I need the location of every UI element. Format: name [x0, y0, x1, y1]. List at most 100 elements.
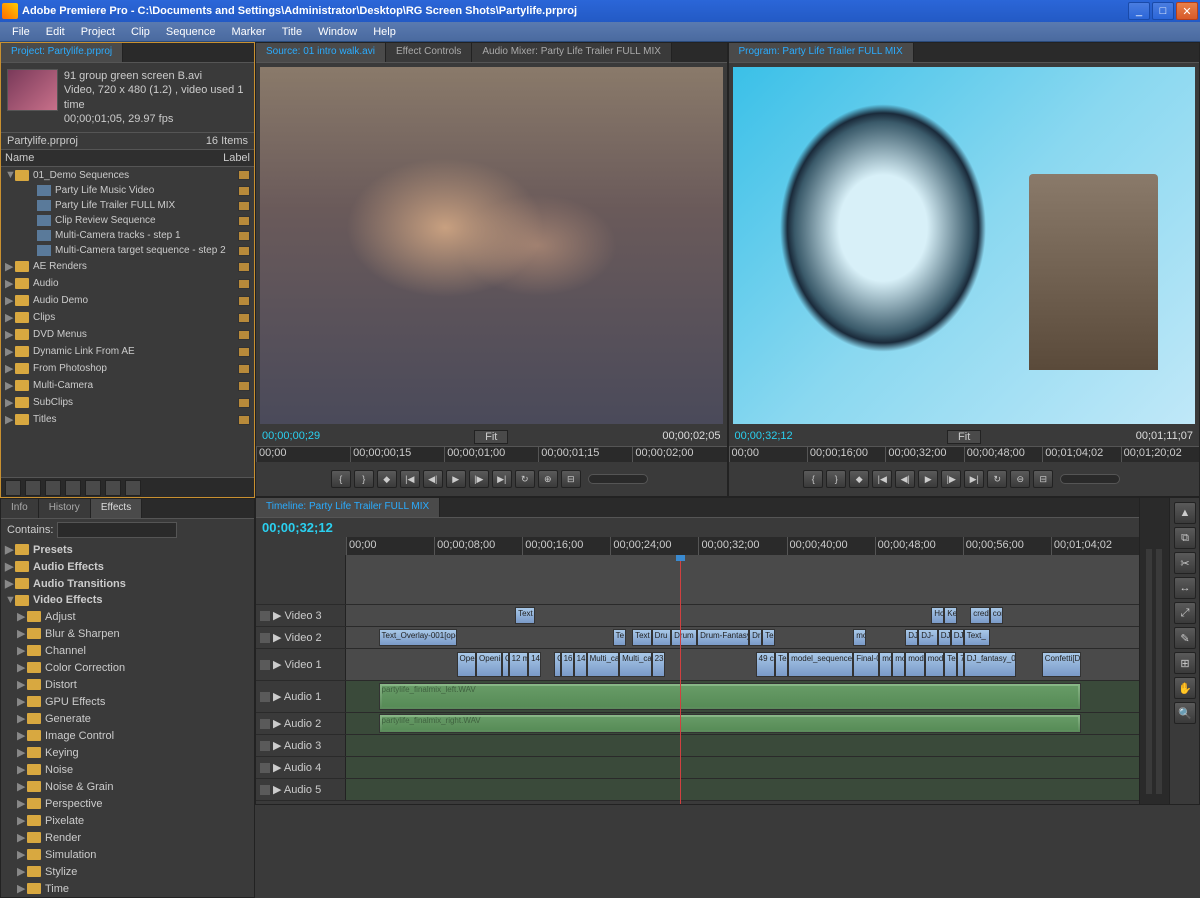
effect-folder[interactable]: ▶Keying	[1, 744, 254, 761]
close-button[interactable]: ✕	[1176, 2, 1198, 20]
tool-6[interactable]: ⊞	[1174, 652, 1196, 674]
project-breadcrumb[interactable]: Partylife.prproj	[7, 135, 78, 147]
menu-edit[interactable]: Edit	[38, 24, 73, 40]
automate-button[interactable]	[45, 480, 61, 496]
track-header[interactable]: ▶ Audio 5	[256, 779, 346, 800]
bin-item[interactable]: ▶Audio Demo	[1, 292, 254, 309]
effects-list[interactable]: ▶Presets▶Audio Effects▶Audio Transitions…	[1, 541, 254, 895]
tool-1[interactable]: ⧉	[1174, 527, 1196, 549]
effect-folder[interactable]: ▶Distort	[1, 676, 254, 693]
effects-tab-history[interactable]: History	[39, 499, 91, 518]
effects-search-input[interactable]	[57, 522, 177, 538]
clip[interactable]: DJ	[905, 629, 918, 646]
mark-out-button[interactable]: }	[354, 470, 374, 488]
clip[interactable]: Te	[944, 652, 957, 677]
program-video[interactable]	[733, 67, 1196, 424]
bin-item[interactable]: Clip Review Sequence	[1, 213, 254, 228]
bin-item[interactable]: ▶Dynamic Link From AE	[1, 343, 254, 360]
effects-tab-effects[interactable]: Effects	[91, 499, 142, 518]
source-tab[interactable]: Source: 01 intro walk.avi	[256, 43, 386, 62]
delete-button[interactable]	[125, 480, 141, 496]
track-lane[interactable]	[346, 757, 1139, 778]
bin-item[interactable]: ▶Multi-Camera	[1, 377, 254, 394]
track-lane[interactable]: TextHcKecredicon	[346, 605, 1139, 626]
list-view-button[interactable]	[5, 480, 21, 496]
tool-3[interactable]: ↔	[1174, 577, 1196, 599]
track-lane[interactable]: Text_Overlay-001[open]0TeTextDruDrumDrum…	[346, 627, 1139, 648]
program-timecode-left[interactable]: 00;00;32;12	[735, 430, 793, 444]
track-audio-3[interactable]: ▶ Audio 3	[256, 735, 1139, 757]
prg-mark-out-button[interactable]: }	[826, 470, 846, 488]
clip[interactable]: Drum	[671, 629, 697, 646]
source-tab[interactable]: Effect Controls	[386, 43, 472, 62]
goto-out-button[interactable]: ▶|	[492, 470, 512, 488]
prg-marker-button[interactable]: ◆	[849, 470, 869, 488]
loop-button[interactable]: ↻	[515, 470, 535, 488]
bin-item[interactable]: Multi-Camera tracks - step 1	[1, 228, 254, 243]
new-item-button[interactable]	[105, 480, 121, 496]
clip[interactable]: mode	[925, 652, 945, 677]
menu-title[interactable]: Title	[274, 24, 310, 40]
clip[interactable]: DJ	[938, 629, 951, 646]
clip[interactable]: Te	[613, 629, 626, 646]
prg-goto-in-button[interactable]: |◀	[872, 470, 892, 488]
track-header[interactable]: ▶ Video 1	[256, 649, 346, 680]
menu-clip[interactable]: Clip	[123, 24, 158, 40]
timeline-ruler[interactable]: 00;0000;00;08;0000;00;16;0000;00;24;0000…	[346, 537, 1139, 555]
bin-item[interactable]: ▶AE Renders	[1, 258, 254, 275]
bin-item[interactable]: Party Life Music Video	[1, 183, 254, 198]
prg-step-back-button[interactable]: ◀|	[895, 470, 915, 488]
step-back-button[interactable]: ◀|	[423, 470, 443, 488]
track-header[interactable]: ▶ Audio 3	[256, 735, 346, 756]
effect-folder[interactable]: ▶Blur & Sharpen	[1, 625, 254, 642]
effect-folder[interactable]: ▶Render	[1, 829, 254, 846]
clip[interactable]: Text_	[964, 629, 990, 646]
effect-folder[interactable]: ▼Video Effects	[1, 592, 254, 608]
insert-button[interactable]: ⊕	[538, 470, 558, 488]
clip[interactable]: partylife_finalmix_right.WAV	[379, 714, 1081, 733]
clip[interactable]: DJ	[951, 629, 964, 646]
step-fwd-button[interactable]: |▶	[469, 470, 489, 488]
clip[interactable]: Text_Overlay-001[open]0	[379, 629, 457, 646]
track-video-3[interactable]: ▶ Video 3TextHcKecredicon	[256, 605, 1139, 627]
track-video-2[interactable]: ▶ Video 2Text_Overlay-001[open]0TeTextDr…	[256, 627, 1139, 649]
clip[interactable]: partylife_finalmix_left.WAV	[379, 683, 1081, 711]
track-audio-5[interactable]: ▶ Audio 5	[256, 779, 1139, 801]
menu-marker[interactable]: Marker	[223, 24, 273, 40]
menu-help[interactable]: Help	[365, 24, 404, 40]
prg-step-fwd-button[interactable]: |▶	[941, 470, 961, 488]
clip[interactable]: DJ-	[918, 629, 938, 646]
clip[interactable]: Hc	[931, 607, 944, 624]
program-zoom-fit[interactable]: Fit	[947, 430, 981, 444]
clip[interactable]: credi	[970, 607, 990, 624]
effect-folder[interactable]: ▶Generate	[1, 710, 254, 727]
clip[interactable]: mo	[892, 652, 905, 677]
overwrite-button[interactable]: ⊟	[561, 470, 581, 488]
tool-0[interactable]: ▲	[1174, 502, 1196, 524]
clip[interactable]: 14A	[528, 652, 541, 677]
effect-folder[interactable]: ▶Presets	[1, 541, 254, 558]
mark-in-button[interactable]: {	[331, 470, 351, 488]
track-header[interactable]: ▶ Video 3	[256, 605, 346, 626]
clip[interactable]: model_sequence[DV]	[788, 652, 853, 677]
clip[interactable]: mo	[853, 629, 866, 646]
effect-folder[interactable]: ▶Simulation	[1, 846, 254, 863]
prg-mark-in-button[interactable]: {	[803, 470, 823, 488]
tool-2[interactable]: ✂	[1174, 552, 1196, 574]
project-tab[interactable]: Project: Partylife.prproj	[1, 43, 123, 62]
effect-folder[interactable]: ▶Image Control	[1, 727, 254, 744]
track-lane[interactable]	[346, 779, 1139, 800]
track-lane[interactable]: partylife_finalmix_left.WAV	[346, 681, 1139, 712]
effect-folder[interactable]: ▶GPU Effects	[1, 693, 254, 710]
clip[interactable]: 49 c	[756, 652, 776, 677]
bin-item[interactable]: ▶Clips	[1, 309, 254, 326]
clip[interactable]: Multi_can	[619, 652, 652, 677]
new-bin-button[interactable]	[85, 480, 101, 496]
clip[interactable]: 12 ma	[509, 652, 529, 677]
track-audio-2[interactable]: ▶ Audio 2partylife_finalmix_right.WAV	[256, 713, 1139, 735]
clip[interactable]: Final-00	[853, 652, 879, 677]
clip[interactable]: Te	[775, 652, 788, 677]
timeline-timecode[interactable]: 00;00;32;12	[262, 520, 333, 535]
minimize-button[interactable]: _	[1128, 2, 1150, 20]
prg-jog-wheel[interactable]	[1060, 474, 1120, 484]
